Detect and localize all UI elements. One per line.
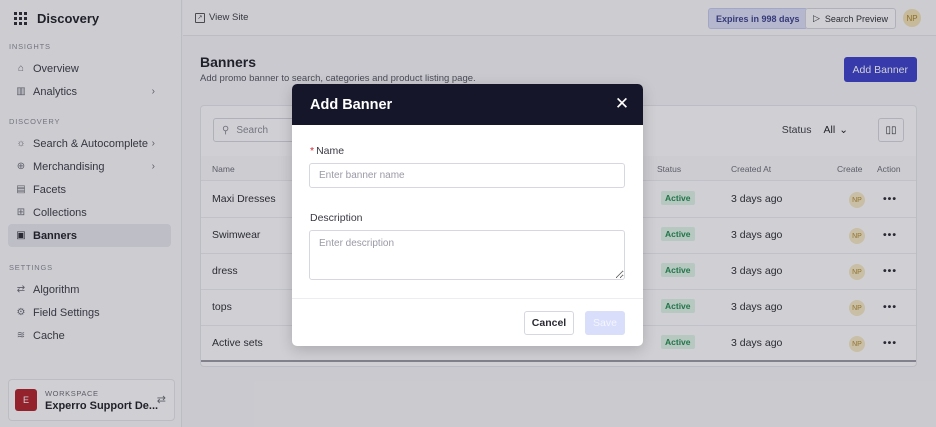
description-textarea[interactable] xyxy=(309,230,625,280)
description-field-label: Description xyxy=(310,212,363,224)
banner-name-input[interactable] xyxy=(309,163,625,188)
name-field-label: * Name xyxy=(310,145,344,157)
cancel-button[interactable]: Cancel xyxy=(524,311,574,335)
save-button[interactable]: Save xyxy=(585,311,625,335)
modal-footer: Cancel Save xyxy=(292,298,643,346)
add-banner-modal: Add Banner ✕ *Name Description Cancel Sa… xyxy=(292,84,643,346)
modal-header: Add Banner ✕ xyxy=(292,84,643,125)
required-marker: * xyxy=(310,145,315,157)
close-icon[interactable]: ✕ xyxy=(613,94,631,113)
modal-title: Add Banner xyxy=(310,96,393,113)
name-label-text: Name xyxy=(316,145,345,157)
